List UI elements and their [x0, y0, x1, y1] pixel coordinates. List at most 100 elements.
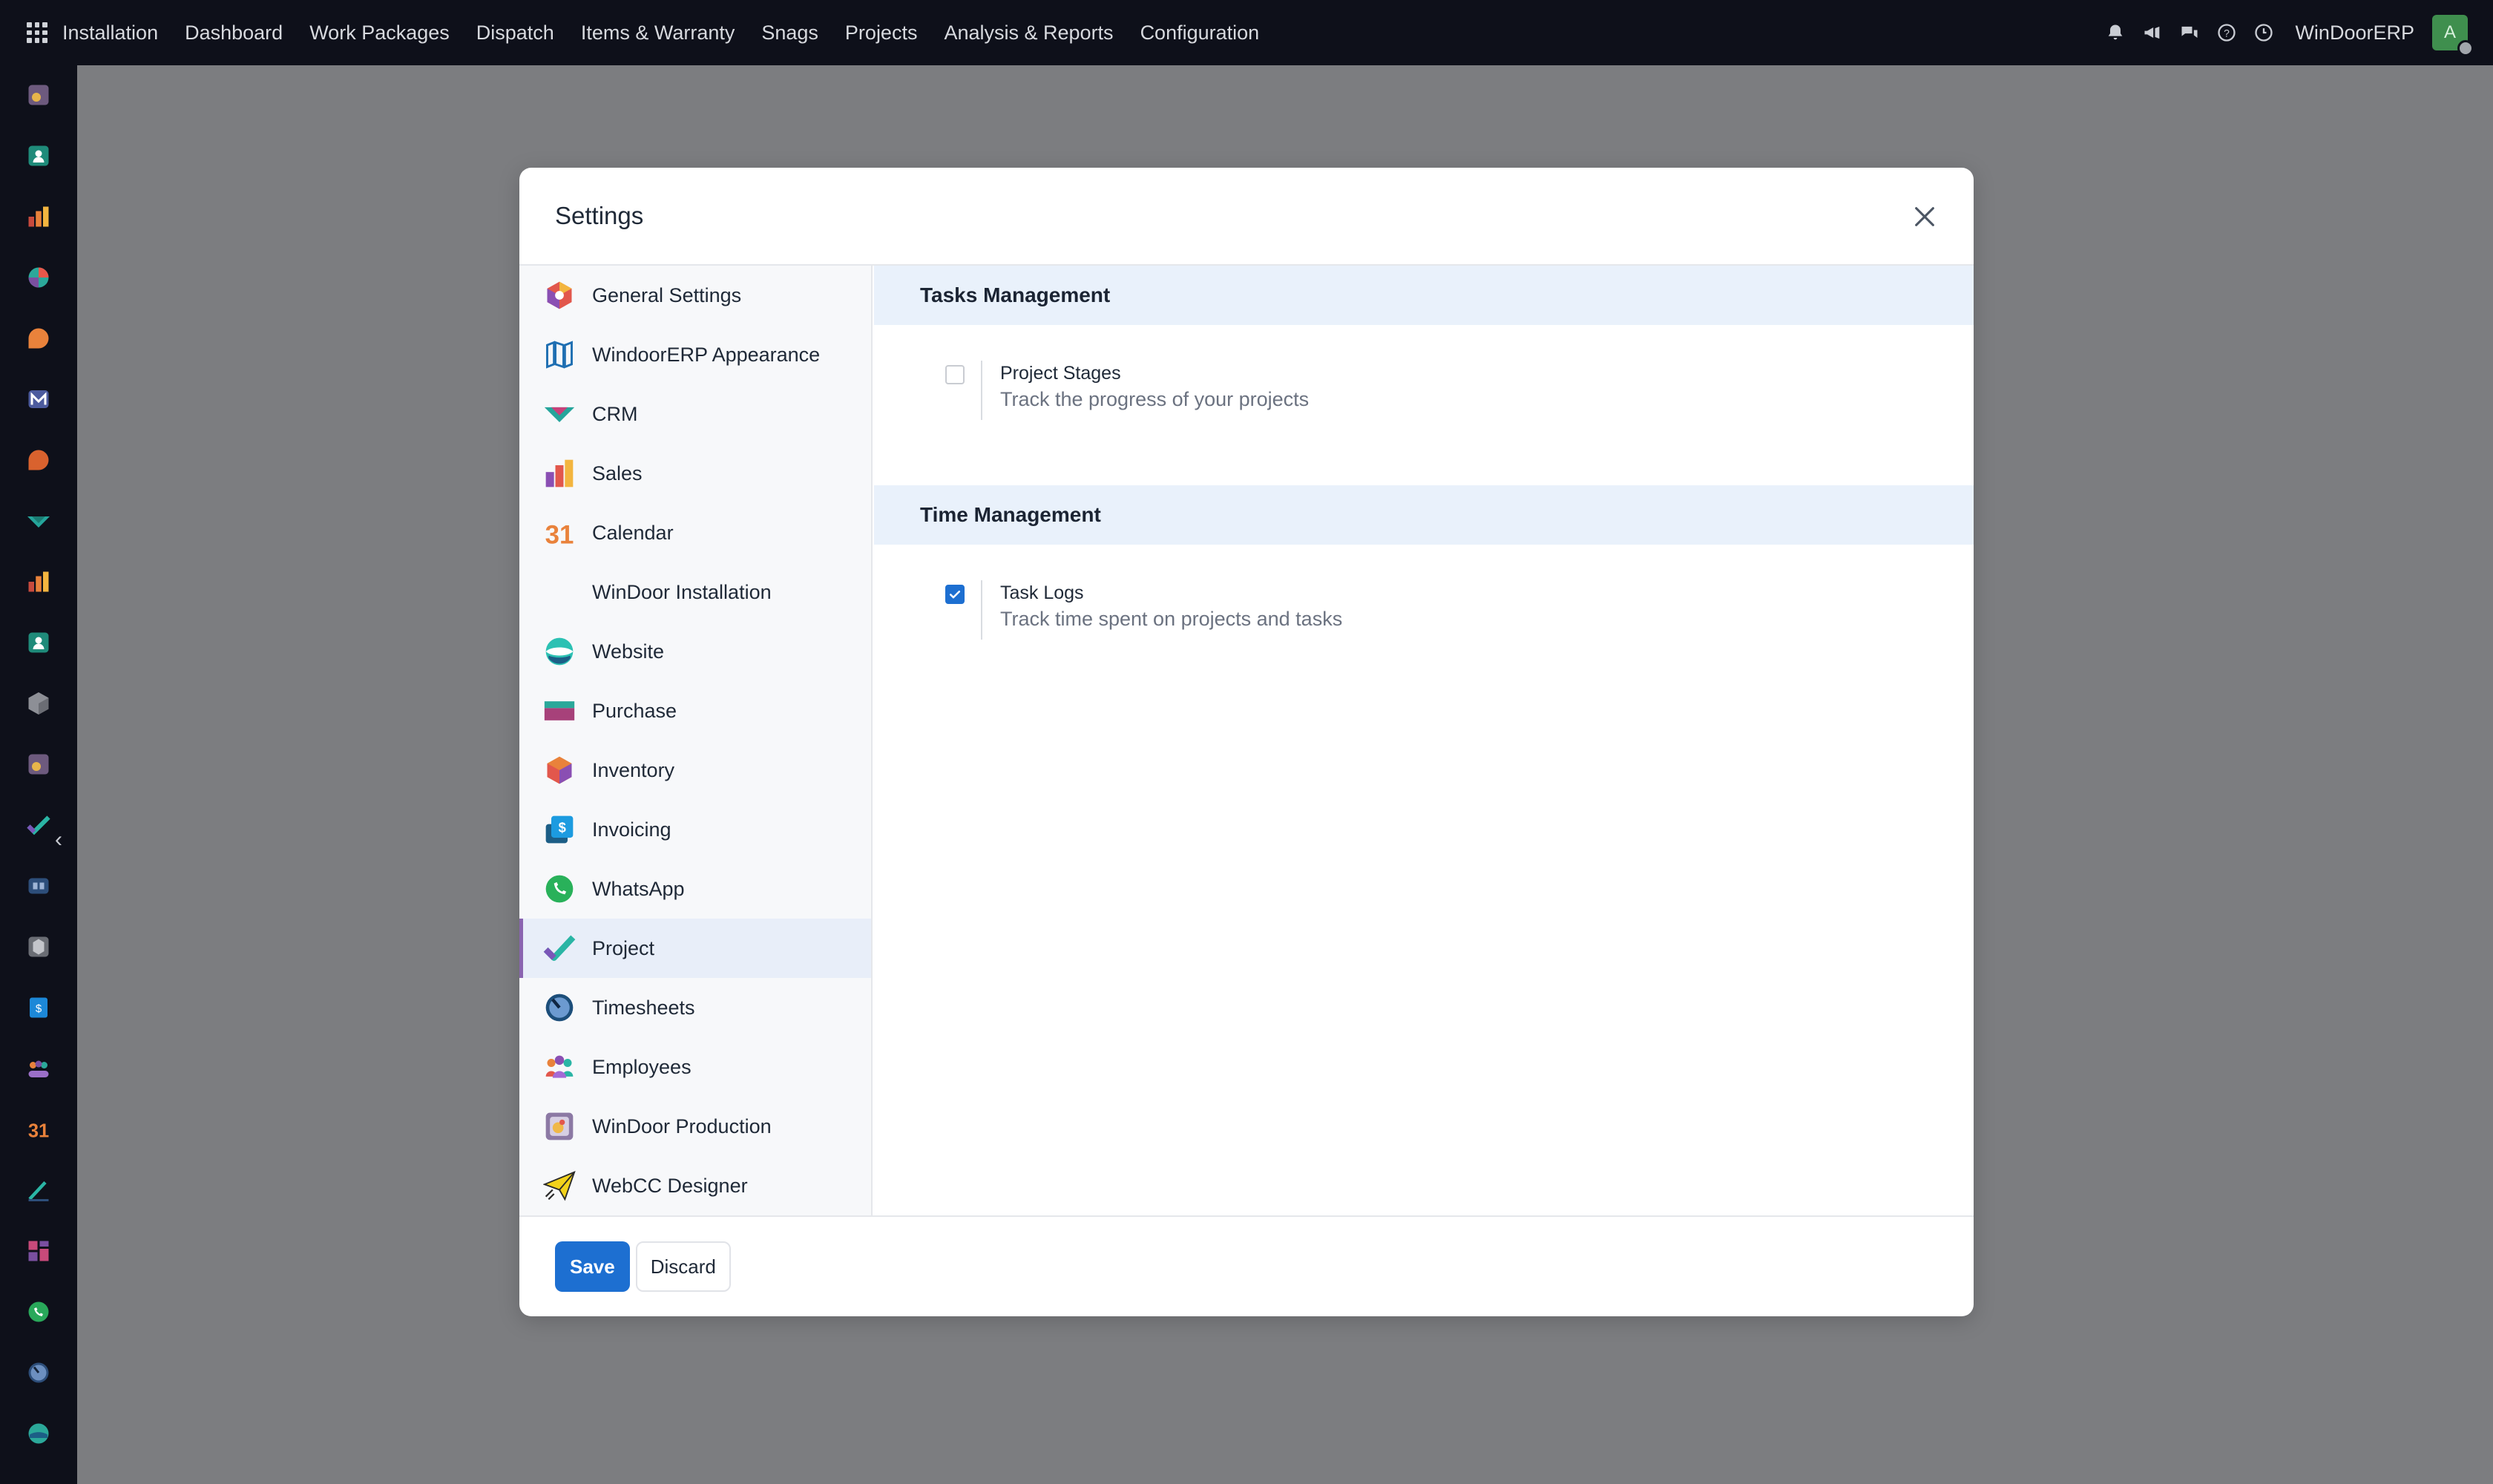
calendar-icon[interactable]: 31	[25, 1116, 52, 1143]
setting-description: Track the progress of your projects	[1000, 388, 1310, 410]
settings-nav-crm[interactable]: CRM	[519, 384, 871, 444]
top-menu: Installation Dashboard Work Packages Dis…	[62, 0, 1286, 65]
rail-collapse-icon[interactable]: ‹	[47, 825, 70, 855]
nav-label: Invoicing	[592, 818, 671, 841]
chat-icon[interactable]	[2179, 22, 2200, 43]
windoor-production-icon[interactable]	[25, 751, 52, 778]
project-stages-checkbox[interactable]	[945, 365, 965, 384]
settings-nav-whatsapp[interactable]: WhatsApp	[519, 859, 871, 919]
megaphone-icon[interactable]	[2142, 22, 2163, 43]
close-icon[interactable]	[1910, 202, 1939, 232]
settings-nav-windoor-production[interactable]: WinDoor Production	[519, 1097, 871, 1156]
contacts-icon[interactable]	[25, 142, 52, 169]
systray: ? WinDoorERP A	[2105, 0, 2493, 65]
app-name[interactable]: Installation	[62, 22, 158, 45]
whatsapp-icon[interactable]	[25, 1298, 52, 1325]
dashboards-icon[interactable]	[25, 1238, 52, 1264]
sign-icon[interactable]	[25, 1177, 52, 1204]
setting-project-stages: Project Stages Track the progress of you…	[874, 361, 1974, 420]
menu-snags[interactable]: Snags	[761, 22, 818, 45]
website-icon[interactable]	[25, 1420, 52, 1447]
employees-icon	[543, 1051, 576, 1083]
menu-dispatch[interactable]: Dispatch	[476, 22, 554, 45]
bell-icon[interactable]	[2105, 22, 2126, 43]
settings-dialog: Settings General Settings WindoorERP App…	[519, 168, 1974, 1316]
nav-label: Purchase	[592, 699, 677, 722]
task-logs-checkbox[interactable]	[945, 585, 965, 604]
section-title-time-management: Time Management	[874, 485, 1974, 545]
settings-nav-sales[interactable]: Sales	[519, 444, 871, 503]
website-icon	[543, 635, 576, 668]
dialog-footer: Save Discard	[519, 1215, 1974, 1316]
purchase-icon	[543, 695, 576, 727]
svg-text:$: $	[36, 1002, 42, 1015]
settings-nav-calendar[interactable]: 31 Calendar	[519, 503, 871, 562]
appearance-icon	[543, 338, 576, 371]
menu-work-packages[interactable]: Work Packages	[309, 22, 450, 45]
timesheets-icon	[543, 991, 576, 1024]
settings-nav-employees[interactable]: Employees	[519, 1037, 871, 1097]
settings-nav-timesheets[interactable]: Timesheets	[519, 978, 871, 1037]
sales-icon	[543, 457, 576, 490]
settings-nav-general-settings[interactable]: General Settings	[519, 266, 871, 325]
project-icon	[543, 932, 576, 965]
installation-icon[interactable]	[25, 933, 52, 960]
dialog-title: Settings	[555, 202, 644, 229]
sales-icon[interactable]	[25, 203, 52, 230]
invoicing-icon[interactable]: $	[25, 994, 52, 1021]
nav-label: Sales	[592, 462, 643, 485]
settings-app-list: General Settings WindoorERP Appearance C…	[519, 266, 873, 1215]
nav-label: Timesheets	[592, 996, 695, 1019]
clock-icon[interactable]	[2253, 22, 2274, 43]
settings-content: Tasks Management Project Stages Track th…	[874, 266, 1974, 1215]
settings-nav-invoicing[interactable]: $ Invoicing	[519, 800, 871, 859]
settings-nav-webcc-designer[interactable]: WebCC Designer	[519, 1156, 871, 1215]
windoor-production-icon	[543, 1110, 576, 1143]
settings-nav-website[interactable]: Website	[519, 622, 871, 681]
discuss-icon[interactable]	[25, 447, 52, 473]
settings-nav-appearance[interactable]: WindoorERP Appearance	[519, 325, 871, 384]
settings-nav-inventory[interactable]: Inventory	[519, 741, 871, 800]
nav-label: Calendar	[592, 521, 674, 544]
settings-nav-project[interactable]: Project	[519, 919, 871, 978]
timesheets-icon[interactable]	[25, 1359, 52, 1386]
nav-label: Project	[592, 936, 655, 959]
knowledge-icon[interactable]	[25, 873, 52, 899]
app-rail: $ 31 ‹	[0, 65, 77, 1484]
inventory-icon	[543, 754, 576, 787]
windoor-production-icon[interactable]	[25, 82, 52, 108]
checkmark-icon	[949, 591, 961, 599]
inventory-icon[interactable]	[25, 690, 52, 717]
dialog-header: Settings	[519, 168, 1974, 266]
help-icon[interactable]: ?	[2216, 22, 2237, 43]
nav-label: Employees	[592, 1055, 692, 1078]
settings-nav-windoor-installation[interactable]: WinDoor Installation	[519, 562, 871, 622]
save-button[interactable]: Save	[555, 1241, 630, 1292]
apps-menu-icon[interactable]	[27, 22, 47, 43]
setting-body: Project Stages Track the progress of you…	[981, 361, 1309, 420]
sales-icon[interactable]	[25, 568, 52, 595]
nav-label: WhatsApp	[592, 877, 685, 900]
crm-icon	[543, 398, 576, 430]
avatar-initial: A	[2443, 22, 2456, 42]
menu-items-warranty[interactable]: Items & Warranty	[581, 22, 735, 45]
email-icon[interactable]	[25, 386, 52, 413]
website-icon[interactable]	[25, 264, 52, 291]
crm-icon[interactable]	[25, 508, 52, 534]
settings-nav-purchase[interactable]: Purchase	[519, 681, 871, 741]
setting-title: Project Stages	[1000, 363, 1121, 384]
discuss-icon[interactable]	[25, 325, 52, 352]
menu-dashboard[interactable]: Dashboard	[185, 22, 283, 45]
nav-label: WebCC Designer	[592, 1174, 748, 1197]
nav-label: WinDoor Production	[592, 1114, 772, 1137]
employees-icon[interactable]	[25, 1055, 52, 1082]
menu-configuration[interactable]: Configuration	[1140, 22, 1260, 45]
whatsapp-icon	[543, 873, 576, 905]
contacts-icon[interactable]	[25, 629, 52, 656]
avatar[interactable]: A	[2432, 15, 2474, 56]
discard-button[interactable]: Discard	[635, 1241, 731, 1292]
menu-analysis-reports[interactable]: Analysis & Reports	[944, 22, 1113, 45]
company-switcher[interactable]: WinDoorERP	[2295, 22, 2414, 45]
setting-body: Task Logs Track time spent on projects a…	[981, 580, 1342, 640]
menu-projects[interactable]: Projects	[845, 22, 918, 45]
